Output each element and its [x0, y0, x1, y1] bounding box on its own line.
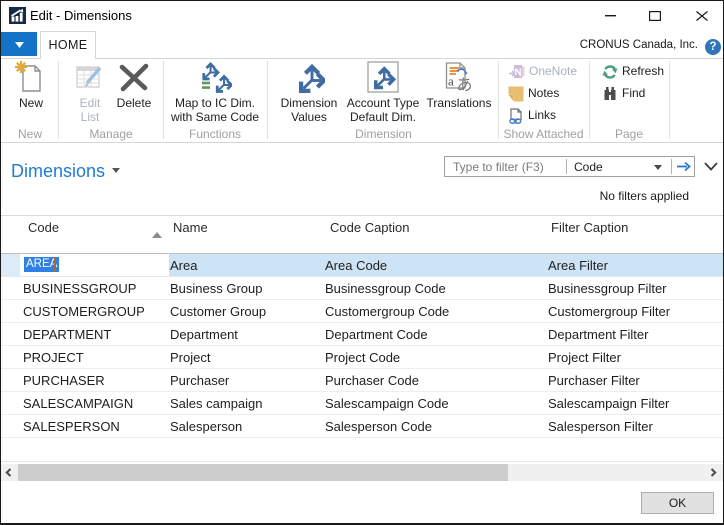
svg-text:a: a — [448, 74, 454, 89]
svg-text:あ: あ — [457, 76, 473, 94]
